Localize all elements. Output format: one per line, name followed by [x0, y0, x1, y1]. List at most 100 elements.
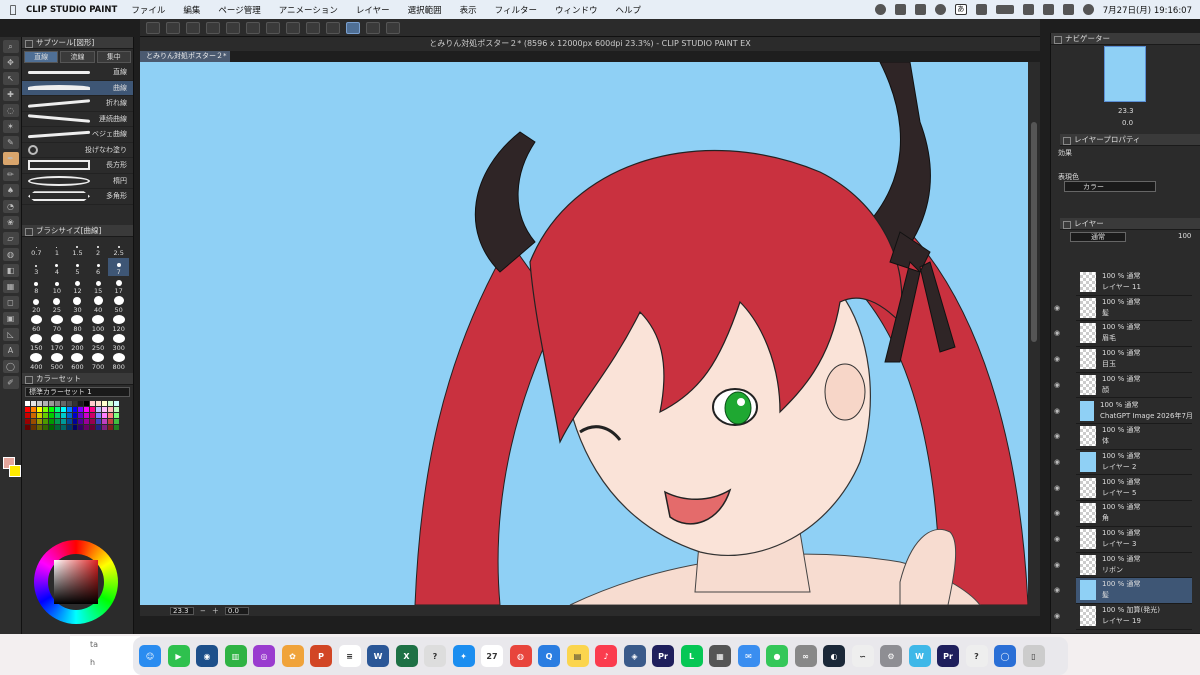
color-swatch[interactable]	[96, 400, 102, 406]
brush-size-12[interactable]: 12	[67, 277, 88, 295]
navigator-rotate[interactable]: 0.0	[1122, 119, 1133, 127]
layer-row[interactable]: 100 % 通常 レイヤー 3	[1076, 527, 1192, 553]
color-swatch[interactable]	[66, 406, 72, 412]
color-swatch[interactable]	[48, 418, 54, 424]
color-swatch[interactable]	[66, 400, 72, 406]
zoom-field[interactable]: 23.3	[170, 606, 194, 615]
layer-visibility-icon[interactable]: ◉	[1054, 535, 1064, 545]
brush-size-80[interactable]: 80	[67, 314, 88, 333]
color-swatch[interactable]	[102, 406, 108, 412]
layer-row[interactable]: 100 % 通常 レイヤー 2	[1076, 450, 1192, 476]
brush-size-25[interactable]: 25	[47, 296, 68, 314]
clear-icon[interactable]	[246, 21, 260, 34]
play-icon[interactable]	[934, 4, 946, 15]
brush-size-170[interactable]: 170	[47, 333, 68, 352]
facetime-icon[interactable]: ▶	[167, 645, 190, 667]
brush-size-20[interactable]: 20	[26, 296, 47, 314]
figure-icon[interactable]: ◻	[2, 296, 19, 309]
brush-size-3[interactable]: 3	[26, 258, 47, 276]
color-swatch[interactable]	[60, 406, 66, 412]
subtool-continuous-curve[interactable]: 連続曲線	[22, 112, 133, 127]
color-swatch[interactable]	[25, 400, 30, 406]
layer-visibility-icon[interactable]: ◉	[1054, 484, 1064, 494]
safari-icon[interactable]: ✦	[452, 645, 475, 667]
layer-visibility-icon[interactable]: ◉	[1054, 612, 1064, 622]
move-layer-icon[interactable]: ✚	[2, 88, 19, 101]
move-icon[interactable]: ✥	[2, 56, 19, 69]
color-swatch[interactable]	[78, 400, 84, 406]
snap-grid-icon[interactable]	[386, 21, 400, 34]
globe-icon[interactable]: ◯	[994, 645, 1016, 667]
color-swatch[interactable]	[108, 424, 114, 430]
color-swatch[interactable]	[78, 424, 84, 430]
brush-size-200[interactable]: 200	[67, 333, 88, 352]
color-swatch[interactable]	[48, 412, 54, 418]
color-swatch[interactable]	[84, 406, 90, 412]
layer-visibility-icon[interactable]: ◉	[1054, 304, 1064, 314]
color-swatch[interactable]	[25, 412, 30, 418]
brush-size-250[interactable]: 250	[88, 333, 109, 352]
search-icon[interactable]	[1042, 4, 1054, 15]
transform-icon[interactable]	[266, 21, 280, 34]
redo-icon[interactable]	[226, 21, 240, 34]
zoom-icon[interactable]: ⌕	[2, 40, 19, 53]
color-swatch[interactable]	[72, 424, 78, 430]
brush-size-100[interactable]: 100	[88, 314, 109, 333]
color-swatch[interactable]	[72, 412, 78, 418]
layer-visibility-icon[interactable]: ◉	[1054, 355, 1064, 365]
quicken-icon[interactable]: Q	[538, 645, 560, 667]
color-swatch[interactable]	[25, 418, 30, 424]
zoom-plus-icon[interactable]: ＋	[212, 606, 219, 616]
colorset-select[interactable]: 標準カラーセット 1	[25, 386, 130, 397]
color-swatch[interactable]	[96, 406, 102, 412]
layer-row[interactable]: 100 % 通常 レイヤー 5	[1076, 476, 1192, 502]
color-swatch[interactable]	[66, 424, 72, 430]
color-swatch[interactable]	[78, 406, 84, 412]
ruler-icon[interactable]: ◺	[2, 328, 19, 341]
input-mode-icon[interactable]: あ	[954, 4, 967, 15]
menubar-clock[interactable]: 7月27日(月) 19:16:07	[1103, 4, 1192, 16]
brush-size-0.7[interactable]: 0.7	[26, 239, 47, 257]
color-swatch[interactable]	[42, 412, 48, 418]
color-swatch[interactable]	[84, 400, 90, 406]
subtool-polygon[interactable]: 多角形	[22, 189, 133, 205]
fill-icon[interactable]	[286, 21, 300, 34]
color-swatch[interactable]	[60, 412, 66, 418]
color-swatch[interactable]	[42, 406, 48, 412]
color-swatch[interactable]	[54, 400, 60, 406]
blend-icon[interactable]: ◍	[2, 248, 19, 261]
invert-selection-icon[interactable]	[326, 21, 340, 34]
decoration-icon[interactable]: ❀	[2, 216, 19, 229]
menu-file[interactable]: ファイル	[131, 4, 165, 16]
steam-icon[interactable]: ◐	[823, 645, 845, 667]
quicktime-icon[interactable]: ◉	[196, 645, 218, 667]
open-icon[interactable]	[166, 21, 180, 34]
new-icon[interactable]	[146, 21, 160, 34]
layer-row[interactable]: 100 % 通常 ChatGPT Image 2026年7月27日 1	[1076, 399, 1192, 424]
color-swatch[interactable]	[96, 412, 102, 418]
line-icon[interactable]: L	[680, 645, 703, 667]
layer-row[interactable]: 100 % 通常顔	[1076, 373, 1192, 399]
balloon-icon[interactable]: ◯	[2, 360, 19, 373]
subtool-bezier[interactable]: ベジェ曲線	[22, 127, 133, 143]
menu-window[interactable]: ウィンドウ	[555, 4, 598, 16]
color-swatch[interactable]	[42, 418, 48, 424]
color-swatch[interactable]	[36, 412, 42, 418]
brush-size-600[interactable]: 600	[67, 352, 88, 371]
eraser-icon[interactable]: ▱	[2, 232, 19, 245]
layer-visibility-icon[interactable]: ◉	[1054, 586, 1064, 596]
text-icon[interactable]: A	[2, 344, 19, 357]
color-swatch[interactable]	[42, 424, 48, 430]
color-swatch[interactable]	[102, 424, 108, 430]
color-swatch[interactable]	[72, 400, 78, 406]
clip-studio-icon[interactable]: ∽	[851, 645, 874, 667]
navigator-thumbnail[interactable]	[1104, 46, 1146, 102]
canvas[interactable]	[140, 62, 1028, 605]
menu-layer[interactable]: レイヤー	[356, 4, 390, 16]
brush-size-15[interactable]: 15	[88, 277, 109, 295]
undo-icon[interactable]	[206, 21, 220, 34]
layer-visibility-icon[interactable]: ◉	[1054, 561, 1064, 571]
color-swatch[interactable]	[54, 406, 60, 412]
layer-row[interactable]: 100 % 通常角	[1076, 501, 1192, 527]
color-swatch[interactable]	[72, 418, 78, 424]
